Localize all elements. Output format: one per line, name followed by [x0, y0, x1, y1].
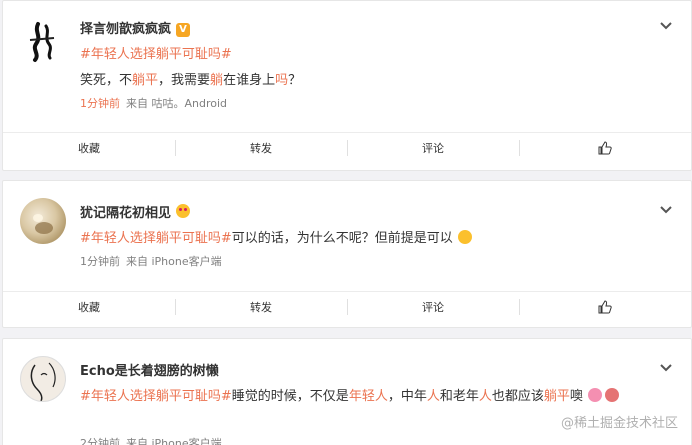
post-card: 犹记隔花初相见 #年轻人选择躺平可耻吗#可以的话，为什么不呢？但前提是可以 1分…	[2, 180, 692, 328]
post-source: 来自 iPhone客户端	[126, 437, 222, 445]
like-button[interactable]	[519, 133, 691, 162]
thumbs-up-icon	[598, 140, 612, 154]
username[interactable]: 择言刎歆疯疯疯 V	[80, 18, 191, 37]
post-text: 笑死，不躺平，我需要躺在谁身上吗？	[80, 73, 302, 88]
repost-button[interactable]: 转发	[175, 292, 347, 321]
post-time[interactable]: 1分钟前	[80, 255, 120, 268]
username[interactable]: Echo是长着翅膀的树懒	[80, 360, 219, 379]
post-source: 来自 咕咕。Android	[126, 97, 228, 110]
post-time[interactable]: 2分钟前	[80, 437, 120, 445]
repost-button[interactable]: 转发	[175, 133, 347, 162]
post-source: 来自 iPhone客户端	[126, 255, 222, 268]
comment-button[interactable]: 评论	[347, 292, 519, 321]
avatar[interactable]	[20, 198, 66, 244]
heart-eyes-emoji-icon	[176, 204, 191, 218]
pig-emoji-icon	[587, 388, 602, 402]
chevron-down-icon[interactable]	[659, 363, 673, 373]
post-meta: 1分钟前 来自 咕咕。Android	[80, 95, 227, 111]
action-bar: 收藏 转发 评论	[3, 132, 691, 162]
chevron-down-icon[interactable]	[659, 21, 673, 31]
post-text: #年轻人选择躺平可耻吗#可以的话，为什么不呢？但前提是可以	[80, 227, 472, 246]
angry-emoji-icon	[604, 388, 619, 402]
post-topic[interactable]: #年轻人选择躺平可耻吗#	[80, 389, 232, 404]
post-meta: 2分钟前 来自 iPhone客户端	[80, 435, 222, 445]
comment-button[interactable]: 评论	[347, 133, 519, 162]
post-meta: 1分钟前 来自 iPhone客户端	[80, 253, 222, 269]
action-bar: 收藏 转发 评论	[3, 291, 691, 321]
hug-emoji-icon	[457, 230, 472, 244]
favorite-button[interactable]: 收藏	[3, 292, 175, 321]
username[interactable]: 犹记隔花初相见	[80, 202, 191, 221]
post-topic[interactable]: #年轻人选择躺平可耻吗#	[80, 231, 232, 246]
avatar[interactable]	[20, 18, 66, 64]
favorite-button[interactable]: 收藏	[3, 133, 175, 162]
chevron-down-icon[interactable]	[659, 205, 673, 215]
verified-badge-icon: V	[176, 23, 191, 37]
post-time[interactable]: 1分钟前	[80, 97, 120, 110]
post-card: 择言刎歆疯疯疯 V #年轻人选择躺平可耻吗# 笑死，不躺平，我需要躺在谁身上吗？ …	[2, 0, 692, 171]
post-topic[interactable]: #年轻人选择躺平可耻吗#	[80, 43, 232, 62]
post-text: #年轻人选择躺平可耻吗#睡觉的时候，不仅是年轻人，中年人和老年人也都应该躺平噢	[80, 385, 619, 404]
thumbs-up-icon	[598, 299, 612, 313]
watermark: @稀土掘金技术社区	[560, 416, 678, 431]
avatar[interactable]	[20, 356, 66, 402]
like-button[interactable]	[519, 292, 691, 321]
